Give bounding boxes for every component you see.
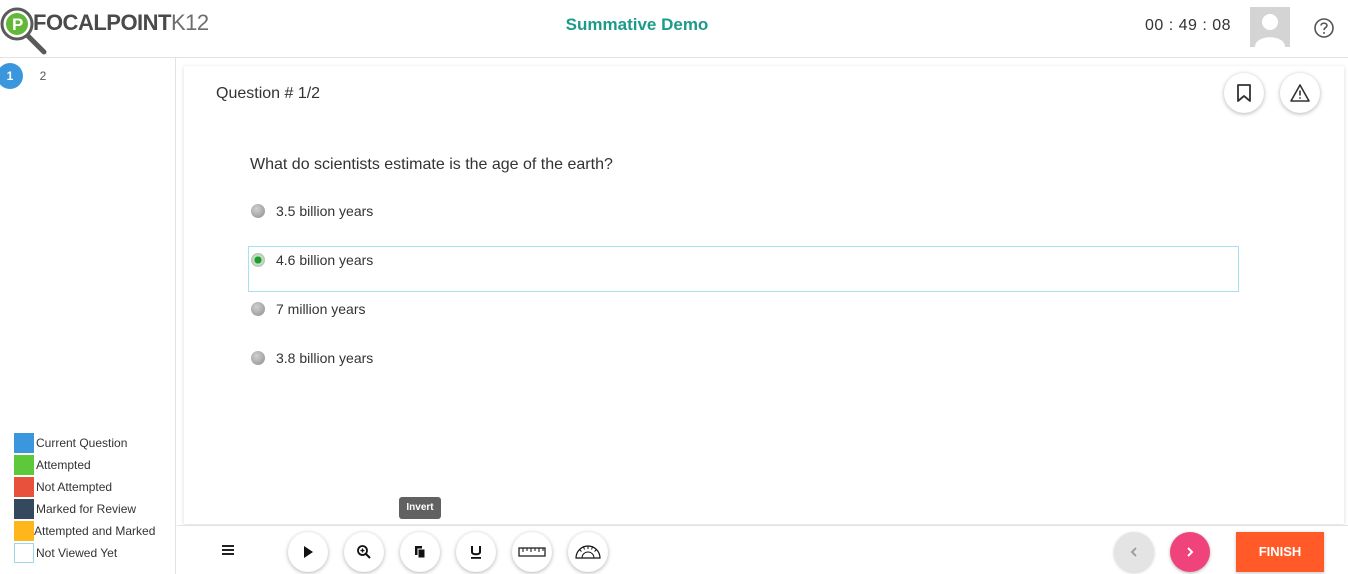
- question-nav-2[interactable]: 2: [30, 63, 56, 89]
- question-number: Question # 1/2: [216, 85, 321, 102]
- status-legend: Current Question Attempted Not Attempted…: [14, 432, 155, 564]
- question-text: What do scientists estimate is the age o…: [250, 156, 613, 173]
- radio-button[interactable]: [251, 302, 265, 316]
- legend-label: Marked for Review: [36, 502, 137, 516]
- option-label: 4.6 billion years: [276, 252, 374, 268]
- underline-button[interactable]: [456, 532, 496, 572]
- text-to-speech-button[interactable]: [288, 532, 328, 572]
- legend-swatch-marked: [14, 499, 34, 519]
- warning-icon: [1290, 84, 1310, 102]
- option-label: 3.8 billion years: [276, 350, 374, 366]
- next-question-button[interactable]: [1170, 532, 1210, 572]
- underline-icon: [471, 546, 481, 559]
- legend-label: Current Question: [36, 436, 128, 450]
- legend-swatch-attempted-marked: [14, 521, 34, 541]
- legend-swatch-attempted: [14, 455, 34, 475]
- answer-option-4[interactable]: 3.8 billion years: [248, 344, 1239, 390]
- menu-icon: [222, 545, 234, 555]
- legend-label: Attempted: [36, 458, 91, 472]
- option-label: 7 million years: [276, 301, 366, 317]
- legend-label: Not Viewed Yet: [36, 546, 118, 560]
- question-nav-1[interactable]: 1: [0, 63, 23, 89]
- bookmark-icon: [1237, 84, 1251, 102]
- legend-label: Not Attempted: [36, 480, 113, 494]
- bottom-toolbar: FINISH: [177, 525, 1348, 574]
- option-label: 3.5 billion years: [276, 203, 374, 219]
- ruler-button[interactable]: [512, 532, 552, 572]
- avatar[interactable]: [1250, 7, 1290, 47]
- chevron-right-icon: [1187, 547, 1194, 557]
- radio-button-checked[interactable]: [251, 253, 265, 267]
- legend-item: Not Viewed Yet: [14, 542, 155, 564]
- answer-option-1[interactable]: 3.5 billion years: [248, 197, 1239, 243]
- question-panel: Question # 1/2 What do scientists estima…: [184, 66, 1344, 524]
- zoom-in-icon: [357, 545, 371, 559]
- ruler-icon: [518, 547, 546, 557]
- invert-icon: [415, 546, 426, 559]
- legend-swatch-current: [14, 433, 34, 453]
- header: P FOCALPOINTK12 Summative Demo 00 : 49 :…: [0, 0, 1348, 58]
- countdown-timer: 00 : 49 : 08: [1145, 17, 1232, 34]
- question-sidebar: 1 2 Current Question Attempted Not Attem…: [0, 58, 176, 574]
- report-issue-button[interactable]: [1280, 73, 1320, 113]
- protractor-icon: [575, 545, 601, 559]
- legend-item: Marked for Review: [14, 498, 155, 520]
- radio-button[interactable]: [251, 204, 265, 218]
- legend-swatch-not-viewed: [14, 543, 34, 563]
- play-icon: [304, 546, 313, 558]
- legend-swatch-not-attempted: [14, 477, 34, 497]
- legend-item: Current Question: [14, 432, 155, 454]
- invert-button[interactable]: [400, 532, 440, 572]
- legend-label: Attempted and Marked: [34, 524, 156, 538]
- legend-item: Attempted: [14, 454, 155, 476]
- page-title: Summative Demo: [565, 15, 709, 34]
- finish-button[interactable]: FINISH: [1236, 532, 1324, 572]
- chevron-left-icon: [1130, 547, 1137, 557]
- legend-item: Attempted and Marked: [14, 520, 155, 542]
- answer-option-3[interactable]: 7 million years: [248, 295, 1239, 341]
- legend-item: Not Attempted: [14, 476, 155, 498]
- zoom-button[interactable]: [344, 532, 384, 572]
- answer-option-2[interactable]: 4.6 billion years: [248, 246, 1239, 292]
- bookmark-button[interactable]: [1224, 73, 1264, 113]
- menu-button[interactable]: [217, 540, 239, 560]
- help-icon: [1314, 18, 1334, 38]
- help-button[interactable]: [1313, 17, 1335, 39]
- tooltip: Invert: [399, 497, 441, 519]
- previous-question-button[interactable]: [1114, 532, 1154, 572]
- radio-button[interactable]: [251, 351, 265, 365]
- user-icon: [1255, 14, 1285, 47]
- protractor-button[interactable]: [568, 532, 608, 572]
